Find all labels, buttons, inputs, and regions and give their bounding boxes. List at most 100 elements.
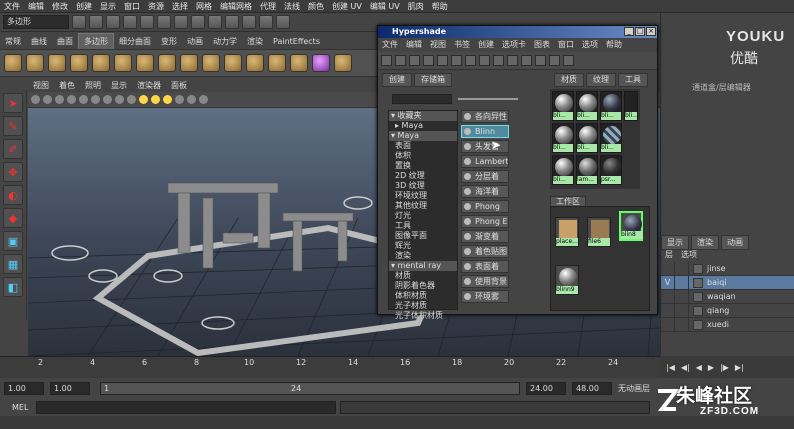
viewport-menu-lighting[interactable]: 照明: [80, 80, 106, 92]
animation-end-field[interactable]: 48.00: [572, 382, 612, 395]
layer-color-swatch[interactable]: [693, 277, 703, 288]
material-swatch[interactable]: bli...: [600, 91, 622, 121]
shader-node[interactable]: place...: [555, 217, 579, 247]
xray-icon[interactable]: [187, 95, 196, 104]
layer-visibility[interactable]: V: [661, 276, 675, 289]
range-bar[interactable]: 1 24: [100, 382, 520, 395]
paint-select-icon[interactable]: ✐: [3, 139, 23, 159]
poly-smooth-icon[interactable]: [290, 54, 308, 72]
poly-helix-icon[interactable]: [202, 54, 220, 72]
step-back-icon[interactable]: ◀|: [681, 363, 690, 372]
layer-row[interactable]: qiang: [661, 304, 794, 318]
layer-playback[interactable]: [675, 318, 689, 331]
shelf-tab-rendering[interactable]: 渲染: [242, 34, 268, 49]
poly-pipe-icon[interactable]: [180, 54, 198, 72]
create-ramp-shader-button[interactable]: 渐变着: [461, 230, 509, 243]
smooth-shade-icon[interactable]: [127, 95, 136, 104]
menu-modify[interactable]: 修改: [48, 0, 72, 13]
tree-item[interactable]: 渲染: [389, 251, 457, 261]
shelf-tab-surfaces[interactable]: 曲面: [52, 34, 78, 49]
tab-create[interactable]: 创建: [382, 73, 412, 87]
material-swatch[interactable]: bli...: [600, 123, 622, 153]
tree-item[interactable]: ▸ Maya: [389, 121, 457, 131]
image-plane-icon[interactable]: [67, 95, 76, 104]
shadows-icon[interactable]: [163, 95, 172, 104]
layer-tab-render[interactable]: 渲染: [691, 235, 719, 250]
tree-item[interactable]: 3D 纹理: [389, 181, 457, 191]
layer-menu-layers[interactable]: 层: [661, 249, 677, 261]
poly-separate-icon[interactable]: [268, 54, 286, 72]
shelf-tab-deform[interactable]: 变形: [156, 34, 182, 49]
work-area[interactable]: place... file6 blin8 blinn9: [550, 206, 650, 311]
clear-graph-icon[interactable]: [451, 55, 462, 66]
layer-tab-display[interactable]: 显示: [661, 235, 689, 250]
layer-color-swatch[interactable]: [693, 263, 703, 274]
hs-menu-tabs[interactable]: 选项卡: [498, 39, 530, 51]
shelf-tab-general[interactable]: 常规: [0, 34, 26, 49]
snap-point-icon[interactable]: [208, 15, 222, 29]
animation-start-field[interactable]: 1.00: [4, 382, 44, 395]
viewport-menu-shading[interactable]: 着色: [54, 80, 80, 92]
viewport-menu-panels[interactable]: 面板: [166, 80, 192, 92]
shader-node[interactable]: blinn9: [555, 265, 579, 295]
new-scene-icon[interactable]: [72, 15, 86, 29]
go-to-start-icon[interactable]: |◀: [666, 363, 675, 372]
icon-size-slider[interactable]: [458, 98, 518, 100]
playback-start-field[interactable]: 1.00: [50, 382, 90, 395]
poly-extrude-icon[interactable]: [334, 54, 352, 72]
material-swatch[interactable]: bli...: [576, 123, 598, 153]
xray-joints-icon[interactable]: [199, 95, 208, 104]
hs-menu-edit[interactable]: 编辑: [402, 39, 426, 51]
menu-file[interactable]: 文件: [0, 0, 24, 13]
tree-item[interactable]: ▾ 收藏夹: [389, 111, 457, 121]
layer-playback[interactable]: [675, 276, 689, 289]
show-both-tabs-icon[interactable]: [423, 55, 434, 66]
create-phong-button[interactable]: Phong: [461, 200, 509, 213]
render-settings-icon[interactable]: [276, 15, 290, 29]
tree-item[interactable]: ▾ Maya: [389, 131, 457, 141]
viewport-menu-show[interactable]: 显示: [106, 80, 132, 92]
layer-visibility[interactable]: [661, 318, 675, 331]
create-shading-map-button[interactable]: 着色贴图: [461, 245, 509, 258]
tab-textures[interactable]: 纹理: [586, 73, 616, 87]
tree-item[interactable]: 表面: [389, 141, 457, 151]
layout-four-icon[interactable]: ▦: [3, 254, 23, 274]
menu-edit-mesh[interactable]: 编辑网格: [216, 0, 256, 13]
maximize-icon[interactable]: □: [635, 27, 645, 36]
input-connections-icon[interactable]: [465, 55, 476, 66]
create-layered-button[interactable]: 分层着: [461, 170, 509, 183]
poly-combine-icon[interactable]: [246, 54, 264, 72]
open-scene-icon[interactable]: [89, 15, 103, 29]
poly-torus-icon[interactable]: [114, 54, 132, 72]
shelf-tab-dynamics[interactable]: 动力学: [208, 34, 242, 49]
viewport-menu-view[interactable]: 视图: [28, 80, 54, 92]
default-light-icon[interactable]: [139, 95, 148, 104]
create-surface-shader-button[interactable]: 表面着: [461, 260, 509, 273]
show-top-tabs-icon[interactable]: [395, 55, 406, 66]
graph-materials-icon[interactable]: [437, 55, 448, 66]
step-forward-icon[interactable]: |▶: [720, 363, 729, 372]
snap-grid-icon[interactable]: [174, 15, 188, 29]
shelf-tab-curves[interactable]: 曲线: [26, 34, 52, 49]
hs-menu-view[interactable]: 视图: [426, 39, 450, 51]
scale-tool-icon[interactable]: ◆: [3, 208, 23, 228]
show-bottom-tabs-icon[interactable]: [409, 55, 420, 66]
menu-color[interactable]: 颜色: [304, 0, 328, 13]
poly-soccer-icon[interactable]: [224, 54, 242, 72]
hs-menu-options[interactable]: 选项: [578, 39, 602, 51]
poly-prism-icon[interactable]: [136, 54, 154, 72]
layer-color-swatch[interactable]: [693, 291, 703, 302]
layer-color-swatch[interactable]: [693, 305, 703, 316]
lasso-tool-icon[interactable]: ✎: [3, 116, 23, 136]
layer-visibility[interactable]: [661, 262, 675, 275]
tree-item[interactable]: 阴影着色器: [389, 281, 457, 291]
shader-node[interactable]: blin8: [619, 211, 643, 241]
hs-menu-create[interactable]: 创建: [474, 39, 498, 51]
menu-muscle[interactable]: 肌肉: [404, 0, 428, 13]
menu-select[interactable]: 选择: [168, 0, 192, 13]
minimize-icon[interactable]: _: [624, 27, 634, 36]
material-swatch[interactable]: bli...: [624, 91, 638, 121]
grid-toggle-icon[interactable]: [79, 95, 88, 104]
menu-create[interactable]: 创建: [72, 0, 96, 13]
layer-playback[interactable]: [675, 304, 689, 317]
